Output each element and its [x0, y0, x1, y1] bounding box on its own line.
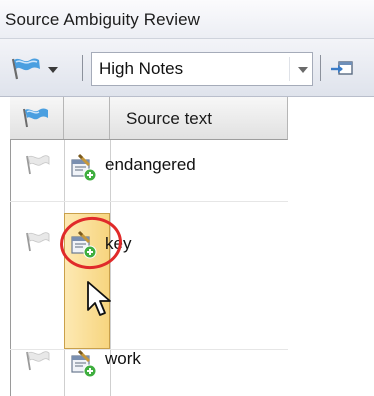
- column-header-flag[interactable]: [10, 97, 64, 139]
- column-header-label: Source text: [126, 109, 212, 128]
- flag-menu-button[interactable]: [9, 52, 67, 86]
- column-header-note[interactable]: [64, 97, 110, 139]
- window-title: Source Ambiguity Review: [5, 10, 201, 29]
- toolbar-separator: [82, 55, 83, 81]
- pin-icon[interactable]: [330, 59, 356, 84]
- flag-icon[interactable]: [24, 349, 52, 378]
- chevron-down-icon: [48, 67, 58, 73]
- grid-header: Source text: [10, 97, 288, 140]
- source-text-cell: endangered: [105, 155, 196, 174]
- toolbar: High Notes: [0, 39, 374, 97]
- title-bar: Source Ambiguity Review: [0, 0, 374, 39]
- grid-border: [10, 97, 11, 396]
- source-ambiguity-grid: Source text endangered key work: [0, 97, 374, 396]
- chevron-down-icon: [298, 67, 308, 73]
- toolbar-separator: [320, 55, 321, 81]
- note-filter-dropdown[interactable]: High Notes: [91, 52, 313, 86]
- mouse-cursor-icon: [85, 280, 115, 325]
- flag-icon: [21, 106, 51, 135]
- flag-icon[interactable]: [24, 153, 52, 182]
- add-note-icon[interactable]: [69, 349, 99, 384]
- row-divider: [10, 201, 288, 202]
- combo-divider: [289, 57, 290, 81]
- flag-icon[interactable]: [24, 230, 52, 259]
- add-note-icon[interactable]: [69, 153, 99, 188]
- column-header-source-text[interactable]: Source text: [110, 97, 287, 139]
- note-filter-value: High Notes: [99, 59, 184, 78]
- source-text-cell: work: [105, 349, 141, 368]
- flag-icon: [9, 55, 43, 88]
